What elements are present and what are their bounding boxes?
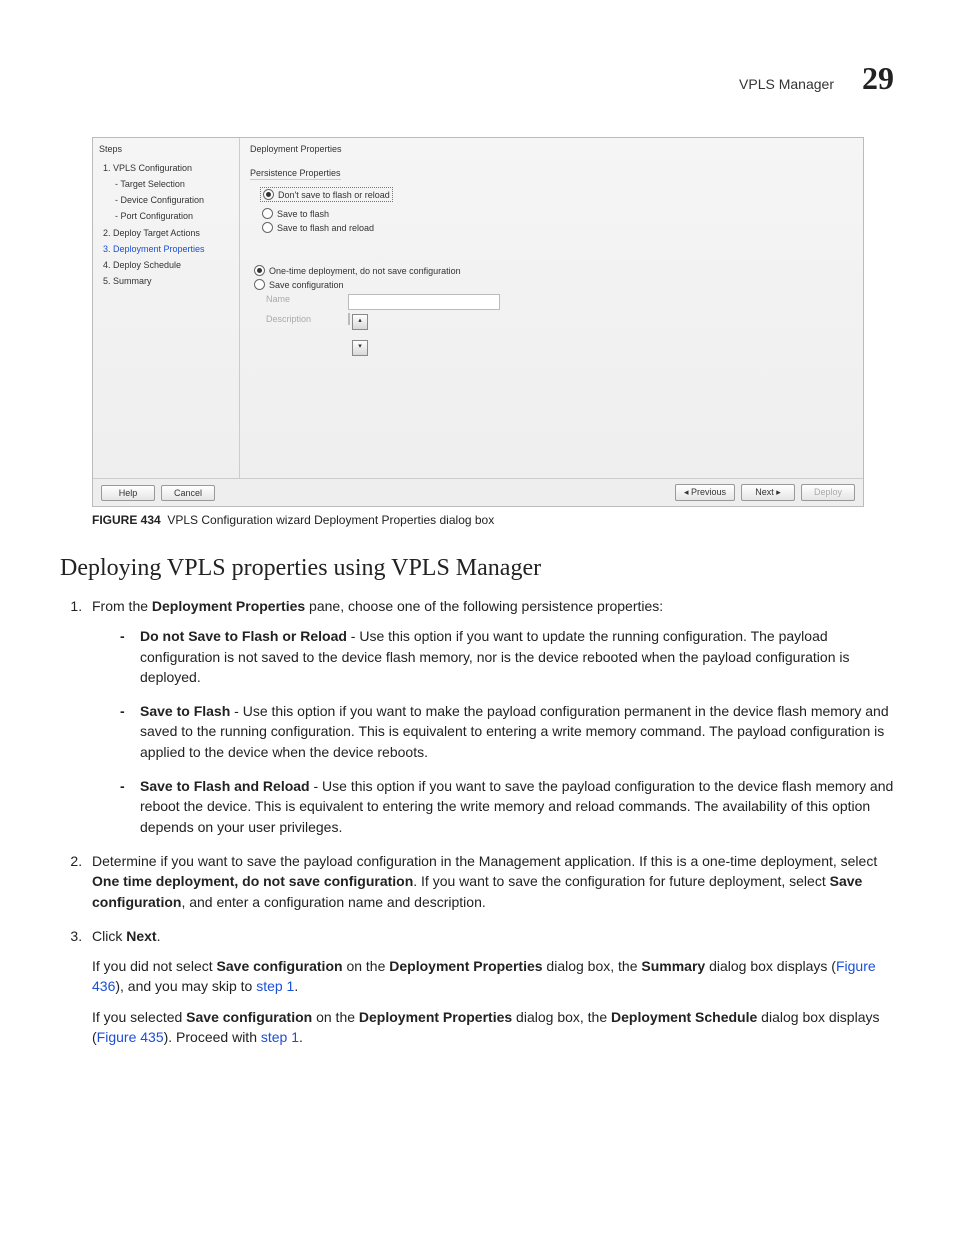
bullet-save-to-flash: Save to Flash - Use this option if you w…: [120, 701, 894, 762]
wizard-step[interactable]: 2. Deploy Target Actions: [99, 225, 233, 241]
wizard-step[interactable]: - Port Configuration: [99, 208, 233, 224]
wizard-step[interactable]: - Target Selection: [99, 176, 233, 192]
wizard-step[interactable]: 3. Deployment Properties: [99, 241, 233, 257]
deployment-properties-dialog: Steps 1. VPLS Configuration- Target Sele…: [92, 137, 864, 507]
radio-dot-icon: [254, 279, 265, 290]
name-input[interactable]: [348, 294, 500, 310]
radio-save-and-reload[interactable]: Save to flash and reload: [262, 222, 853, 233]
help-button[interactable]: Help: [101, 485, 155, 501]
wizard-step[interactable]: 4. Deploy Schedule: [99, 257, 233, 273]
section-heading: Deploying VPLS properties using VPLS Man…: [60, 555, 894, 582]
scroll-down-icon[interactable]: ▾: [352, 340, 368, 356]
deploy-button: Deploy: [801, 484, 855, 501]
radio-dont-save[interactable]: Don't save to flash or reload: [260, 187, 393, 202]
radio-save-configuration[interactable]: Save configuration: [254, 279, 853, 290]
running-header: VPLS Manager 29: [60, 60, 894, 97]
section-name: VPLS Manager: [739, 76, 834, 92]
previous-button[interactable]: ◂ Previous: [675, 484, 735, 501]
radio-one-time-deployment[interactable]: One-time deployment, do not save configu…: [254, 265, 853, 276]
figure-label: FIGURE 434: [92, 513, 161, 527]
link-step-1a[interactable]: step 1: [256, 978, 294, 994]
persistence-group-title: Persistence Properties: [250, 168, 341, 180]
main-panel-header: Deployment Properties: [250, 144, 853, 154]
radio-dot-icon: [262, 222, 273, 233]
wizard-steps-panel: Steps 1. VPLS Configuration- Target Sele…: [93, 138, 240, 478]
radio-dot-icon: [262, 208, 273, 219]
chapter-number: 29: [862, 60, 894, 97]
procedure-list: From the Deployment Properties pane, cho…: [86, 596, 894, 1047]
next-button[interactable]: Next ▸: [741, 484, 795, 501]
name-label: Name: [266, 294, 324, 304]
cancel-button[interactable]: Cancel: [161, 485, 215, 501]
figure-caption: FIGURE 434 VPLS Configuration wizard Dep…: [92, 513, 862, 527]
step-1: From the Deployment Properties pane, cho…: [86, 596, 894, 837]
step-3: Click Next. If you did not select Save c…: [86, 926, 894, 1047]
figure-caption-text: VPLS Configuration wizard Deployment Pro…: [167, 513, 494, 527]
step-2: Determine if you want to save the payloa…: [86, 851, 894, 912]
description-textarea[interactable]: [348, 313, 350, 325]
bullet-do-not-save: Do not Save to Flash or Reload - Use thi…: [120, 626, 894, 687]
textarea-scrollbar[interactable]: ▴ ▾: [352, 314, 366, 356]
radio-dot-icon: [263, 189, 274, 200]
description-label: Description: [266, 314, 324, 324]
step-3-note-1: If you did not select Save configuration…: [92, 956, 894, 997]
radio-save-to-flash[interactable]: Save to flash: [262, 208, 853, 219]
scroll-up-icon[interactable]: ▴: [352, 314, 368, 330]
wizard-step[interactable]: - Device Configuration: [99, 192, 233, 208]
steps-header: Steps: [99, 144, 233, 154]
radio-dot-icon: [254, 265, 265, 276]
wizard-step[interactable]: 5. Summary: [99, 273, 233, 289]
link-step-1b[interactable]: step 1: [261, 1029, 299, 1045]
bullet-save-and-reload: Save to Flash and Reload - Use this opti…: [120, 776, 894, 837]
link-figure-435[interactable]: Figure 435: [97, 1029, 164, 1045]
wizard-step[interactable]: 1. VPLS Configuration: [99, 160, 233, 176]
step-3-note-2: If you selected Save configuration on th…: [92, 1007, 894, 1048]
